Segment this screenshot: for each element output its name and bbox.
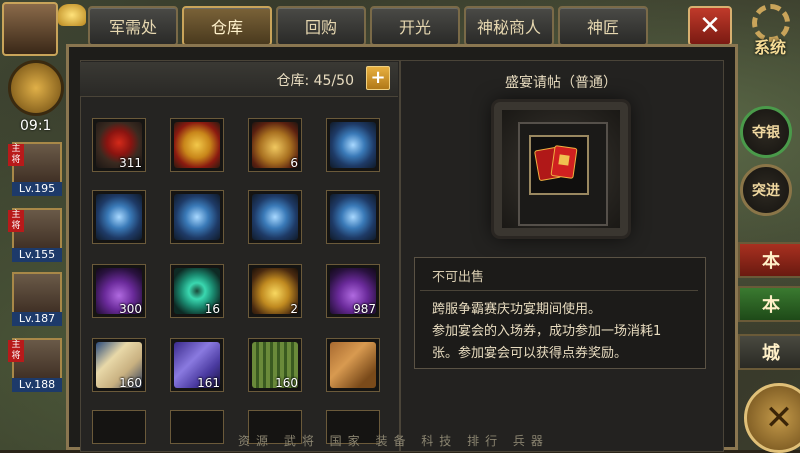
- inventory-slot[interactable]: 6: [248, 118, 302, 172]
- capacity-label: 仓库: 45/50: [276, 73, 354, 89]
- divider: [420, 290, 698, 291]
- inventory-slot[interactable]: [92, 410, 146, 444]
- side-tile-3[interactable]: 城: [738, 334, 800, 370]
- hero-level: Lv.188: [12, 378, 62, 392]
- red-invitation-cards-icon: [529, 135, 589, 195]
- tab-military-supply[interactable]: 军需处: [88, 6, 178, 46]
- vip-ingot-icon[interactable]: [58, 4, 86, 26]
- inventory-slot[interactable]: 987: [326, 264, 380, 318]
- item-count: 311: [119, 156, 142, 170]
- main-general-tag: 主将: [8, 210, 24, 232]
- clock-text: 09:1: [20, 118, 52, 134]
- inventory-slot[interactable]: [170, 410, 224, 444]
- inventory-slot[interactable]: [170, 118, 224, 172]
- hero-level: Lv.155: [12, 248, 62, 262]
- side-tile-1[interactable]: 本: [738, 242, 800, 278]
- brown-book-icon: [330, 342, 376, 388]
- blue-crest-emblem-icon: [96, 194, 142, 240]
- bottom-menu-bar[interactable]: 资源 武将 国家 装备 科技 排行 兵器: [238, 432, 738, 450]
- tab-craftsman[interactable]: 神匠: [558, 6, 648, 46]
- inventory-slot[interactable]: [326, 118, 380, 172]
- main-general-tag: 主将: [8, 340, 24, 362]
- tab-buyback[interactable]: 回购: [276, 6, 366, 46]
- inventory-slot[interactable]: 160: [92, 338, 146, 392]
- inventory-slot[interactable]: [326, 338, 380, 392]
- unsellable-tag: 不可出售: [432, 270, 485, 285]
- blue-crest-emblem-icon: [330, 122, 376, 168]
- blue-crest-emblem-icon: [174, 194, 220, 240]
- description-line: 跨服争霸赛庆功宴期间使用。: [432, 302, 602, 317]
- item-count: 2: [290, 302, 298, 316]
- main-general-tag: 主将: [8, 144, 24, 166]
- item-count: 161: [197, 376, 220, 390]
- inventory-slot[interactable]: 300: [92, 264, 146, 318]
- plunder-silver-button[interactable]: 夺银: [740, 106, 792, 158]
- item-count: 160: [119, 376, 142, 390]
- inventory-slot[interactable]: [92, 190, 146, 244]
- hero-level: Lv.187: [12, 312, 62, 326]
- inventory-slot[interactable]: 311: [92, 118, 146, 172]
- close-icon: ✕: [699, 11, 721, 41]
- inventory-slot[interactable]: 161: [170, 338, 224, 392]
- description-line: 张。参加宴会可以获得点券奖励。: [432, 346, 628, 361]
- system-label[interactable]: 系统: [754, 34, 786, 58]
- tab-mystery-merchant[interactable]: 神秘商人: [464, 6, 554, 46]
- charge-button[interactable]: 突进: [740, 164, 792, 216]
- round-menu-button[interactable]: [8, 60, 64, 116]
- inventory-slot[interactable]: [248, 190, 302, 244]
- capacity-bar: 仓库: 45/50: [80, 62, 398, 97]
- expand-capacity-button[interactable]: +: [366, 66, 390, 90]
- description-line: 参加宴会的入场券，成功参加一场消耗1: [432, 324, 662, 339]
- item-count: 16: [204, 302, 220, 316]
- tab-consecrate[interactable]: 开光: [370, 6, 460, 46]
- item-name: 盛宴请帖（普通）: [505, 75, 617, 91]
- item-count: 300: [119, 302, 142, 316]
- crossed-swords-icon: ✕: [764, 398, 794, 438]
- blue-crest-emblem-icon: [330, 194, 376, 240]
- inventory-slot[interactable]: 16: [170, 264, 224, 318]
- inventory-slot[interactable]: [170, 190, 224, 244]
- tab-warehouse[interactable]: 仓库: [182, 6, 272, 46]
- inventory-slot[interactable]: [326, 190, 380, 244]
- inventory-slot[interactable]: 160: [248, 338, 302, 392]
- player-avatar[interactable]: [2, 2, 58, 56]
- item-count: 160: [275, 376, 298, 390]
- gold-red-badge-icon: [174, 122, 220, 168]
- inventory-slot[interactable]: 2: [248, 264, 302, 318]
- item-count: 987: [353, 302, 376, 316]
- side-tile-2[interactable]: 本: [738, 286, 800, 322]
- item-count: 6: [290, 156, 298, 170]
- hero-level: Lv.195: [12, 182, 62, 196]
- blue-crest-emblem-icon: [252, 194, 298, 240]
- close-button[interactable]: ✕: [688, 6, 732, 46]
